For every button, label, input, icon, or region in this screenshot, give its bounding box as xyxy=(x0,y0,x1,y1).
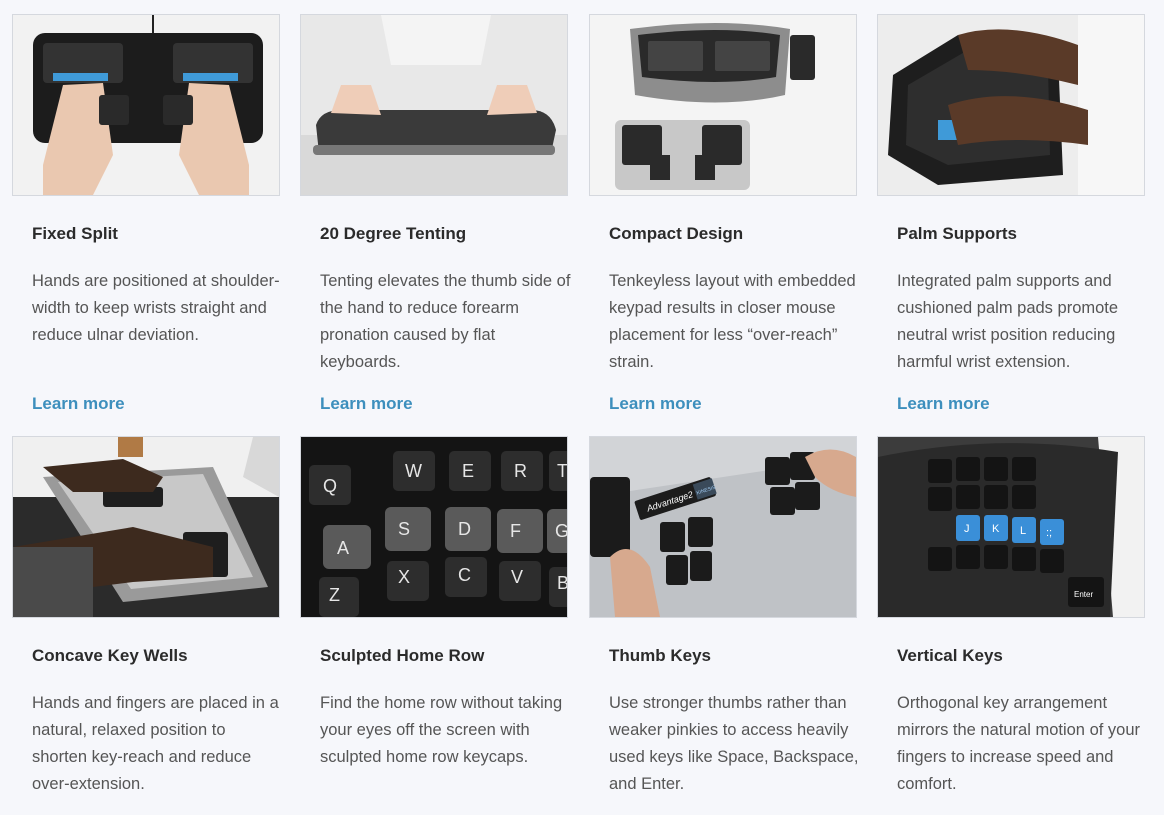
feature-title: Compact Design xyxy=(609,224,744,243)
feature-description: Tenkeyless layout with embedded keypad r… xyxy=(609,272,856,371)
feature-description: Integrated palm supports and cushioned p… xyxy=(897,272,1119,371)
keycap-c: C xyxy=(458,565,471,585)
feature-description: Tenting elevates the thumb side of the h… xyxy=(320,272,571,371)
keycap-j: J xyxy=(964,523,970,535)
learn-more-link[interactable]: Learn more xyxy=(897,394,990,414)
feature-description: Hands are positioned at shoulder-width t… xyxy=(32,272,280,344)
palm-supports-image xyxy=(877,14,1145,196)
keycap-a: A xyxy=(337,538,349,558)
feature-description: Hands and fingers are placed in a natura… xyxy=(32,694,279,793)
keycap-w: W xyxy=(405,461,422,481)
feature-card-tenting: 20 Degree Tenting Tenting elevates the t… xyxy=(300,14,570,413)
keycap-f: F xyxy=(510,521,521,541)
keycap-e: E xyxy=(462,461,474,481)
feature-title: Sculpted Home Row xyxy=(320,646,485,665)
feature-card-concave-wells: Concave Key Wells Hands and fingers are … xyxy=(12,436,280,793)
feature-description: Use stronger thumbs rather than weaker p… xyxy=(609,694,859,793)
learn-more-link[interactable]: Learn more xyxy=(32,394,125,414)
feature-title: Vertical Keys xyxy=(897,646,1003,665)
keycap-g: G xyxy=(555,521,567,541)
keycap-l: L xyxy=(1020,525,1026,537)
feature-card-thumb-keys: Advantage2 KINESIS Thumb Keys Use strong… xyxy=(589,436,858,793)
vertical-keys-image: J K L :; Enter xyxy=(877,436,1145,618)
keycap-t: T xyxy=(557,461,567,481)
keycap-b: B xyxy=(557,573,567,593)
keycap-z: Z xyxy=(329,585,340,605)
feature-description: Find the home row without taking your ey… xyxy=(320,694,563,766)
feature-title: Palm Supports xyxy=(897,224,1017,243)
feature-title: Fixed Split xyxy=(32,224,118,243)
keycap-k: K xyxy=(992,523,1000,535)
feature-description: Orthogonal key arrangement mirrors the n… xyxy=(897,694,1141,793)
keycap-semicolon: :; xyxy=(1046,527,1052,539)
feature-card-palm-supports: Palm Supports Integrated palm supports a… xyxy=(877,14,1145,413)
keycap-enter: Enter xyxy=(1074,590,1093,599)
learn-more-link[interactable]: Learn more xyxy=(320,394,413,414)
tenting-image xyxy=(300,14,568,196)
fixed-split-image xyxy=(12,14,280,196)
feature-card-fixed-split: Fixed Split Hands are positioned at shou… xyxy=(12,14,280,413)
keycap-q: Q xyxy=(323,476,337,496)
keycap-s: S xyxy=(398,519,410,539)
feature-title: Thumb Keys xyxy=(609,646,712,665)
keycap-r: R xyxy=(514,461,527,481)
feature-card-sculpted-home-row: Q W E R T A S D F G Z X C xyxy=(300,436,568,766)
concave-key-wells-image xyxy=(12,436,280,618)
feature-card-vertical-keys: J K L :; Enter Vertical Keys Orthogonal … xyxy=(877,436,1145,793)
keycap-x: X xyxy=(398,567,410,587)
sculpted-home-row-image: Q W E R T A S D F G Z X C xyxy=(300,436,568,618)
feature-title: 20 Degree Tenting xyxy=(320,224,467,243)
feature-title: Concave Key Wells xyxy=(32,646,188,665)
compact-design-image xyxy=(589,14,857,196)
thumb-keys-image: Advantage2 KINESIS xyxy=(589,436,857,618)
feature-card-compact: Compact Design Tenkeyless layout with em… xyxy=(589,14,857,413)
keycap-v: V xyxy=(511,567,523,587)
learn-more-link[interactable]: Learn more xyxy=(609,394,702,414)
keycap-d: D xyxy=(458,519,471,539)
